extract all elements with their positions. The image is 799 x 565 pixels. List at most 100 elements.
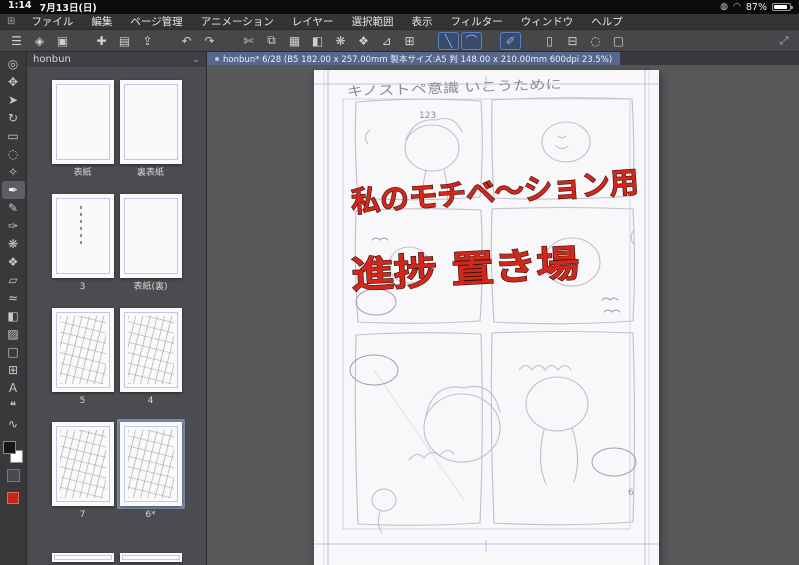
- toolbar-icon[interactable]: ⧉: [261, 32, 282, 50]
- command-bar-icon[interactable]: ⊞: [0, 16, 22, 27]
- transparent-color-chip[interactable]: [6, 469, 20, 482]
- page-label: 表紙: [73, 168, 92, 178]
- page-thumb-image: [119, 308, 182, 392]
- chevron-down-icon[interactable]: ⌄: [192, 55, 200, 65]
- page-spread-partial[interactable]: [49, 550, 185, 565]
- page-thumbnail[interactable]: [49, 191, 117, 281]
- page-thumbnail[interactable]: [49, 77, 117, 167]
- toolbar-icon[interactable]: ↷: [199, 32, 220, 50]
- main-sub-color-chips[interactable]: [3, 441, 23, 463]
- page-thumb-image: [119, 422, 182, 506]
- toolbar-icon[interactable]: ✄: [238, 32, 259, 50]
- toolbar-icon[interactable]: ✚: [91, 32, 112, 50]
- tool-button[interactable]: ✧: [2, 163, 25, 181]
- toolbar-icon[interactable]: ▦: [284, 32, 305, 50]
- page-thumb-image: [51, 194, 114, 278]
- tool-button[interactable]: ∿: [2, 415, 25, 433]
- toolbar-icon[interactable]: ▤: [114, 32, 135, 50]
- tool-button[interactable]: ⊞: [2, 361, 25, 379]
- toolbar-icon[interactable]: ▢: [608, 32, 629, 50]
- toolbar-icon[interactable]: ⊟: [562, 32, 583, 50]
- toolbar-icon[interactable]: ↶: [176, 32, 197, 50]
- document-tab[interactable]: honbun* 6/28 (B5 182.00 x 257.00mm 製本サイズ…: [207, 52, 621, 65]
- status-bar: 1:14 7月13日(日) ◍ ◠ 87%: [0, 0, 799, 14]
- toolbar-icon[interactable]: ☰: [6, 32, 27, 50]
- current-color-chip[interactable]: [7, 492, 19, 504]
- tool-button[interactable]: ↻: [2, 109, 25, 127]
- menu-item[interactable]: ファイル: [22, 14, 82, 29]
- battery-percent: 87%: [745, 1, 767, 13]
- page-label: 表紙(裏): [133, 282, 168, 292]
- tool-button[interactable]: ▭: [2, 127, 25, 145]
- page-thumbnail[interactable]: [117, 191, 185, 281]
- toolbar-icon[interactable]: ▣: [52, 32, 73, 50]
- page-spread: 7 6*: [49, 419, 185, 521]
- toolbar-icon[interactable]: ◈: [29, 32, 50, 50]
- menu-item[interactable]: レイヤー: [283, 14, 343, 29]
- menu-item[interactable]: ヘルプ: [582, 14, 632, 29]
- toolbar-icon[interactable]: ⌒: [461, 31, 482, 50]
- tool-sidebar: ◎ ✥ ➤ ↻ ▭ ◌ ✧ ✒ ✎ ✑ ❋ ❖ ▱ ≈ ◧ ▨ □ ⊞ A ❝ …: [0, 52, 27, 565]
- canvas-area: honbun* 6/28 (B5 182.00 x 257.00mm 製本サイズ…: [207, 52, 799, 565]
- battery-icon: [772, 3, 793, 11]
- tool-button[interactable]: ✑: [2, 217, 25, 235]
- clock: 1:14: [8, 0, 32, 11]
- page-thumbnail[interactable]: [49, 305, 117, 395]
- page-panel-header[interactable]: honbun ⌄: [27, 52, 206, 67]
- menu-item[interactable]: ウィンドウ: [512, 14, 583, 29]
- tool-button[interactable]: □: [2, 343, 25, 361]
- tool-button[interactable]: ✥: [2, 73, 25, 91]
- canvas-page[interactable]: キノストペ意識 いこうために 123 私のモチベ〜ション用 進捗 置き場 6: [314, 70, 659, 565]
- page-thumbnail-selected[interactable]: [116, 419, 185, 509]
- page-thumb-image: [51, 80, 114, 164]
- menu-item[interactable]: 編集: [82, 14, 121, 29]
- page-spread: 5 4: [49, 305, 185, 407]
- page-label: 5: [79, 396, 86, 406]
- menu-item[interactable]: ページ管理: [121, 14, 191, 29]
- tool-button[interactable]: ▱: [2, 271, 25, 289]
- tool-button[interactable]: ≈: [2, 289, 25, 307]
- toolbar-icon[interactable]: ✐: [500, 31, 521, 50]
- toolbar-icon[interactable]: ❋: [330, 32, 351, 50]
- menu-item[interactable]: 表示: [402, 14, 441, 29]
- page-thumb-image: [51, 308, 114, 392]
- print-guides: [314, 70, 659, 565]
- toolbar-icon[interactable]: ◌: [585, 32, 606, 50]
- collapse-ui-icon[interactable]: ⤢: [775, 34, 793, 48]
- tool-button[interactable]: A: [2, 379, 25, 397]
- tool-button[interactable]: ▨: [2, 325, 25, 343]
- page-thumbnail[interactable]: [117, 77, 185, 167]
- menu-item[interactable]: 選択範囲: [342, 14, 402, 29]
- toolbar-icon[interactable]: ⇪: [137, 32, 158, 50]
- tool-button[interactable]: ✎: [2, 199, 25, 217]
- page-spread: 表紙 裏表紙: [49, 77, 185, 179]
- main-color-chip[interactable]: [3, 441, 16, 454]
- toolbar-icon[interactable]: ⊞: [399, 32, 420, 50]
- page-thumbnail[interactable]: [117, 305, 185, 395]
- unsaved-dot-icon: [215, 56, 219, 61]
- tool-button[interactable]: ❋: [2, 235, 25, 253]
- document-tab-bar: honbun* 6/28 (B5 182.00 x 257.00mm 製本サイズ…: [207, 52, 799, 65]
- pencil-small-note: 123: [419, 111, 436, 121]
- tool-button[interactable]: ❖: [2, 253, 25, 271]
- page-thumb-image: [119, 194, 182, 278]
- toolbar-icon[interactable]: ⊿: [376, 32, 397, 50]
- tool-button[interactable]: ➤: [2, 91, 25, 109]
- tool-button[interactable]: ◎: [2, 55, 25, 73]
- red-marker-text-line2: 進捗 置き場: [350, 242, 580, 297]
- menu-item[interactable]: フィルター: [441, 14, 511, 29]
- tool-button[interactable]: ✒: [1, 181, 25, 199]
- toolbar-icon[interactable]: ▯: [539, 32, 560, 50]
- tool-button[interactable]: ◌: [2, 145, 25, 163]
- red-marker-text-line1: 私のモチベ〜ション用: [350, 165, 640, 219]
- toolbar-icon[interactable]: ╲: [438, 31, 459, 50]
- date: 7月13日(日): [39, 3, 97, 14]
- toolbar-icon[interactable]: ◧: [307, 32, 328, 50]
- page-thumbnail[interactable]: [49, 419, 117, 509]
- tool-button[interactable]: ❝: [2, 397, 25, 415]
- tool-button[interactable]: ◧: [2, 307, 25, 325]
- toolbar-icon[interactable]: ❖: [353, 32, 374, 50]
- menu-item[interactable]: アニメーション: [192, 14, 283, 29]
- app-window: 1:14 7月13日(日) ◍ ◠ 87% ⊞ ファイル 編集 ページ管理 アニ…: [0, 0, 799, 565]
- rotation-lock-icon: ◍: [720, 2, 729, 12]
